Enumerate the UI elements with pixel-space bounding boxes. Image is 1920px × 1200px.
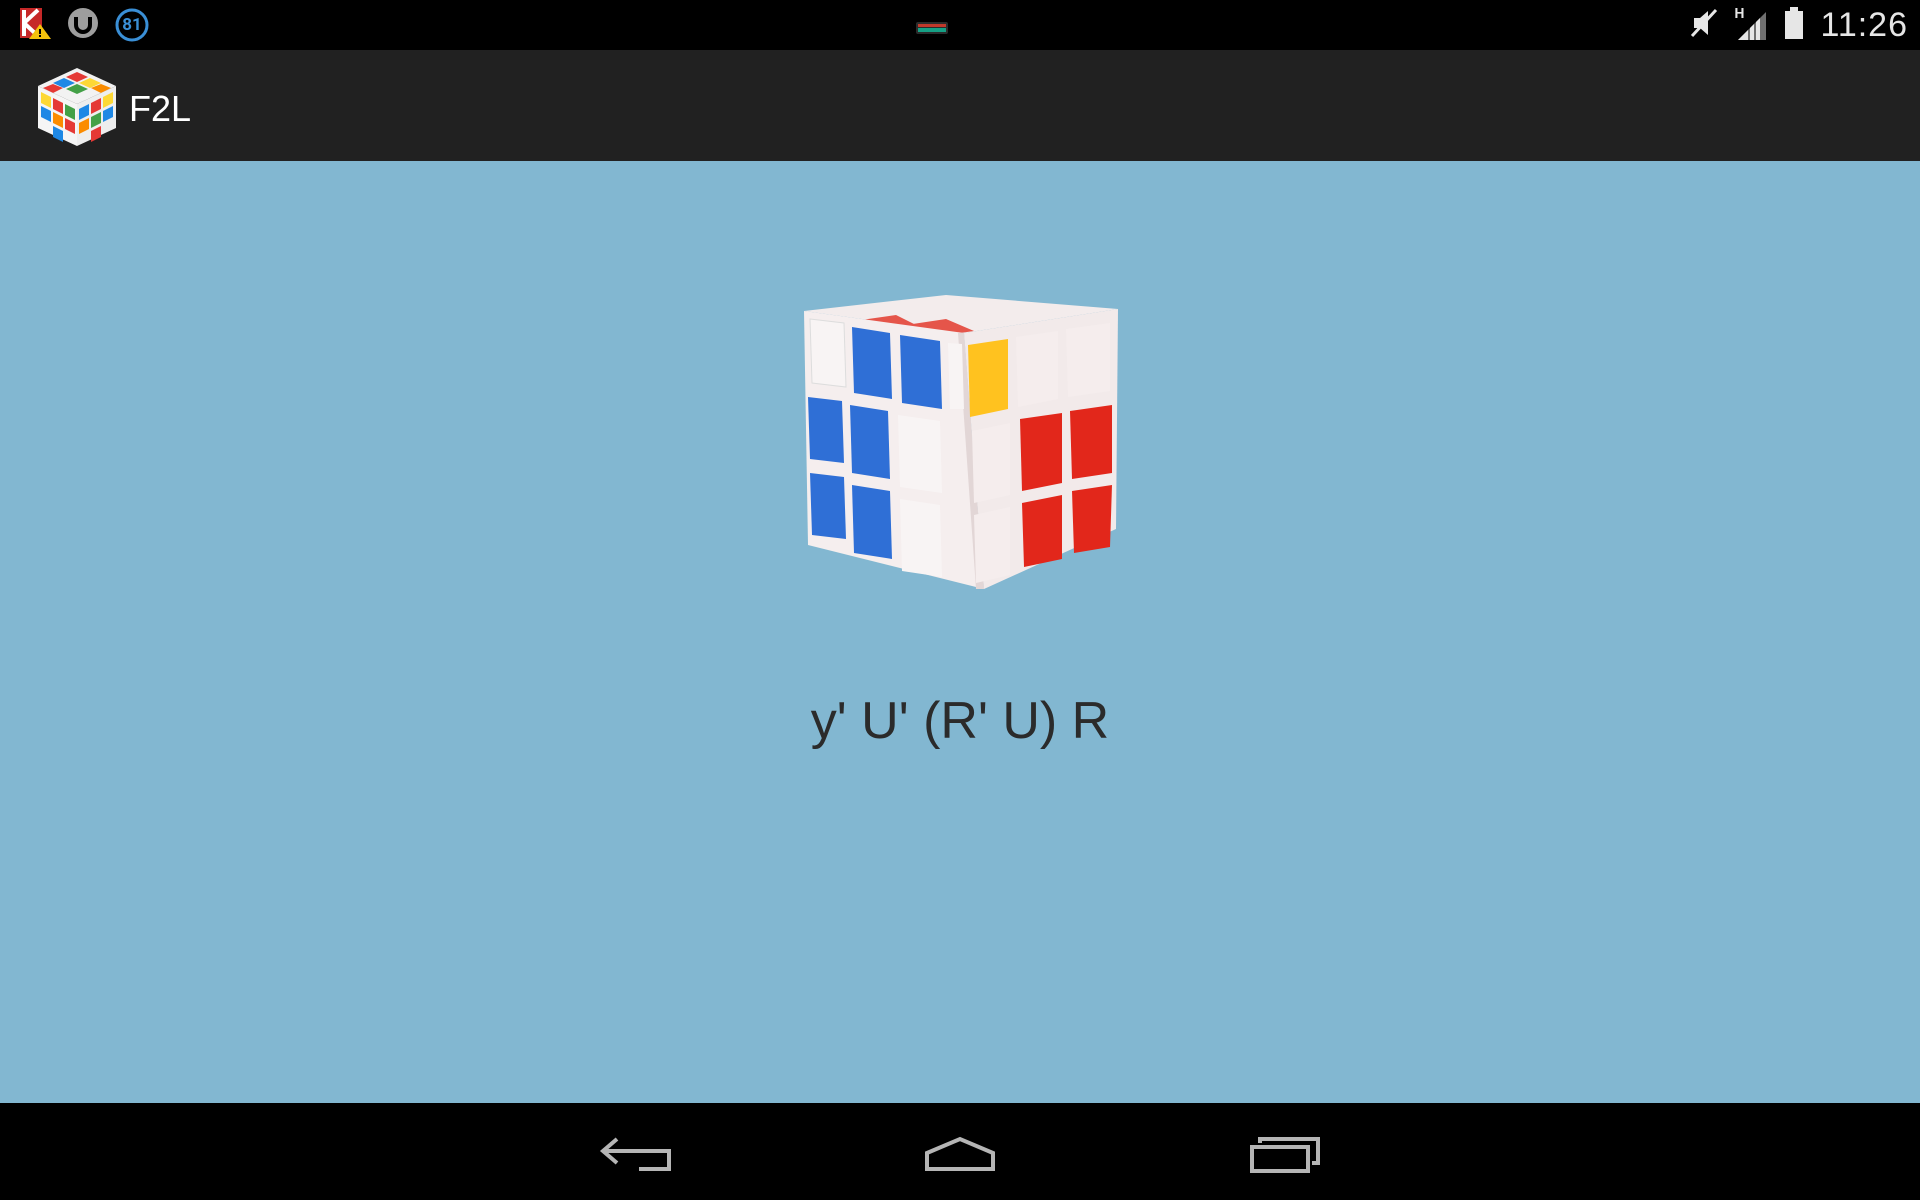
home-button[interactable]: [915, 1123, 1005, 1183]
status-bar: 81 H 11:26: [0, 0, 1920, 50]
back-icon: [599, 1137, 671, 1171]
recents-icon: [1250, 1137, 1320, 1173]
notification-count-icon: 81: [114, 7, 150, 43]
system-icons: H 11:26: [1690, 0, 1908, 50]
navigation-bar: [0, 1103, 1920, 1200]
algorithm-text: y' U' (R' U) R: [810, 692, 1110, 750]
recents-button[interactable]: [1240, 1123, 1330, 1183]
notification-badge-count: 81: [122, 15, 142, 35]
signal-icon: H: [1734, 6, 1768, 42]
rubiks-cube-image: [796, 289, 1122, 595]
main-content: y' U' (R' U) R: [0, 161, 1920, 1103]
kaspersky-warning-icon: [18, 6, 52, 44]
rubiks-cube-app-icon[interactable]: [34, 64, 120, 148]
media-thumbnail-icon: [916, 20, 948, 36]
action-bar: F2L: [0, 50, 1920, 161]
mute-icon: [1690, 6, 1718, 44]
app-title: F2L: [129, 88, 192, 129]
clock: 11:26: [1820, 5, 1908, 44]
utorrent-icon: [66, 6, 100, 44]
home-icon: [925, 1136, 995, 1171]
notification-icons: 81: [18, 5, 150, 45]
battery-icon: [1784, 6, 1804, 44]
back-button[interactable]: [590, 1123, 680, 1183]
